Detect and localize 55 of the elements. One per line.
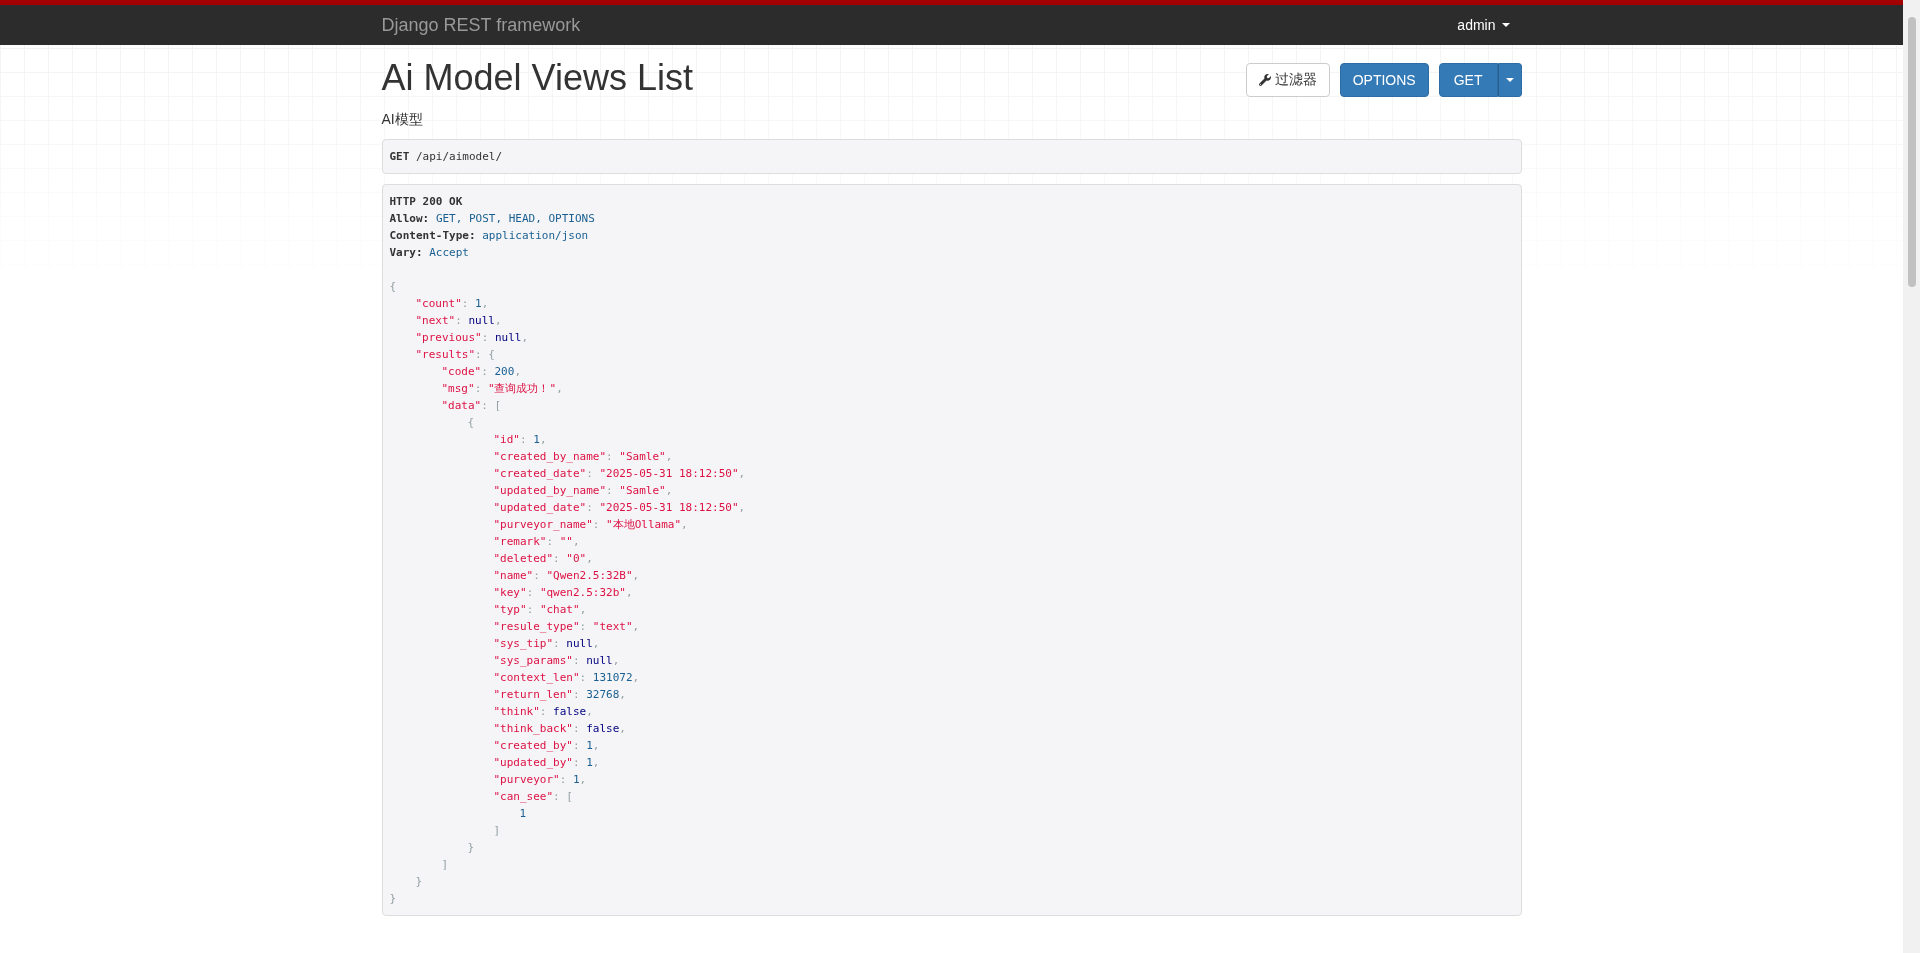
- filter-button[interactable]: 过滤器: [1245, 63, 1330, 97]
- code-line: "msg": "查询成功！",: [441, 381, 564, 397]
- code-line: "deleted": "0",: [493, 551, 594, 567]
- code-line: "created_date": "2025-05-31 18:12:50",: [493, 466, 747, 482]
- code-line: "next": null,: [415, 313, 503, 329]
- wrench-icon: [1258, 74, 1271, 86]
- code-line: ]: [441, 857, 450, 873]
- status-line: HTTP 200 OK: [389, 194, 464, 210]
- code-line: "results": {: [415, 347, 496, 363]
- code-line: "remark": "",: [493, 534, 581, 550]
- code-line: "sys_params": null,: [493, 653, 621, 669]
- scrollbar[interactable]: [1903, 0, 1920, 953]
- scrollbar-thumb[interactable]: [1907, 17, 1916, 287]
- code-line: {: [389, 279, 398, 295]
- code-line: "previous": null,: [415, 330, 530, 346]
- code-line: "think_back": false,: [493, 721, 627, 737]
- code-line: }: [467, 840, 476, 856]
- header-line: Content-Type: application/json: [389, 228, 590, 244]
- code-line: "return_len": 32768,: [493, 687, 627, 703]
- code-line: "created_by": 1,: [493, 738, 601, 754]
- code-line: "created_by_name": "Samle",: [493, 449, 674, 465]
- code-line: }: [415, 874, 424, 890]
- brand-link[interactable]: Django REST framework: [381, 14, 581, 36]
- code-line: "code": 200,: [441, 364, 522, 380]
- get-button[interactable]: GET: [1438, 63, 1498, 97]
- code-line: "sys_tip": null,: [493, 636, 601, 652]
- code-line: "updated_by": 1,: [493, 755, 601, 771]
- page-description: AI模型: [381, 111, 424, 129]
- caret-icon: [1505, 78, 1514, 82]
- code-line: }: [389, 891, 398, 907]
- code-line: 1: [519, 806, 528, 822]
- header-line: Allow: GET, POST, HEAD, OPTIONS: [389, 211, 596, 227]
- code-line: "resule_type": "text",: [493, 619, 641, 635]
- code-line: "context_len": 131072,: [493, 670, 641, 686]
- request-line: GET /api/aimodel/: [389, 149, 504, 165]
- code-line: "count": 1,: [415, 296, 490, 312]
- options-button[interactable]: OPTIONS: [1339, 63, 1429, 97]
- code-line: "can_see": [: [493, 789, 574, 805]
- dropdown-toggle[interactable]: [1497, 63, 1522, 97]
- code-line: "name": "Qwen2.5:32B",: [493, 568, 641, 584]
- code-line: "updated_date": "2025-05-31 18:12:50",: [493, 500, 747, 516]
- code-line: "key": "qwen2.5:32b",: [493, 585, 634, 601]
- code-line: "purveyor_name": "本地Ollama",: [493, 517, 689, 533]
- code-line: ]: [493, 823, 502, 839]
- caret-icon: [1501, 23, 1510, 27]
- code-line: "id": 1,: [493, 432, 548, 448]
- code-line: {: [467, 415, 476, 431]
- page-title: Ai Model Views List: [381, 56, 693, 100]
- header-line: Vary: Accept: [389, 245, 470, 261]
- code-line: "typ": "chat",: [493, 602, 588, 618]
- code-line: "think": false,: [493, 704, 594, 720]
- code-line: "updated_by_name": "Samle",: [493, 483, 674, 499]
- code-line: "purveyor": 1,: [493, 772, 588, 788]
- user-menu[interactable]: admin: [1457, 17, 1510, 33]
- code-line: "data": [: [441, 398, 503, 414]
